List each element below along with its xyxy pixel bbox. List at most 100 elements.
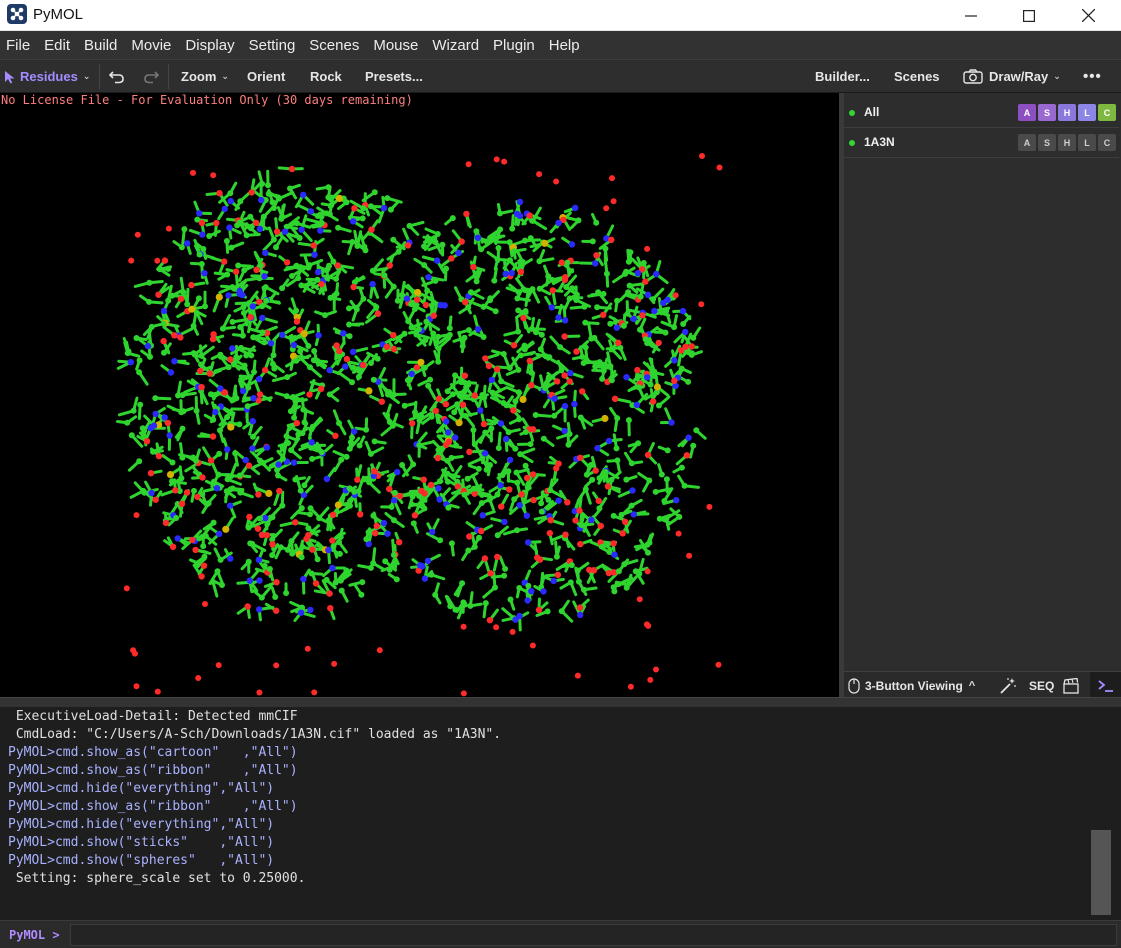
action-button-a[interactable]: A xyxy=(1018,134,1036,151)
selection-mode-dropdown[interactable]: Residues ⌄ xyxy=(4,60,90,93)
terminal-icon xyxy=(1097,679,1113,692)
console-command-line: PyMOL>cmd.hide("everything","All") xyxy=(8,817,275,832)
toolbar-divider xyxy=(168,64,169,89)
console-command-line: PyMOL>cmd.show("sticks" ,"All") xyxy=(8,835,275,850)
enabled-indicator[interactable] xyxy=(849,110,855,116)
scenes-label: Scenes xyxy=(894,69,940,84)
sequence-button[interactable]: SEQ xyxy=(1029,672,1054,699)
chevron-down-icon: ⌄ xyxy=(82,71,91,81)
builder-button[interactable]: Builder... xyxy=(815,60,870,93)
builder-label: Builder... xyxy=(815,69,870,84)
object-action-buttons: A S H L C xyxy=(1018,104,1116,121)
camera-icon xyxy=(963,69,983,84)
menu-edit[interactable]: Edit xyxy=(44,37,70,54)
console-splitter[interactable] xyxy=(0,697,1121,707)
maximize-button[interactable] xyxy=(1000,0,1058,31)
menu-movie[interactable]: Movie xyxy=(131,37,171,54)
pymol-logo-icon xyxy=(7,4,27,24)
undo-icon xyxy=(109,70,124,83)
menu-build[interactable]: Build xyxy=(84,37,117,54)
mouse-mode-label: 3-Button Viewing xyxy=(865,678,963,693)
orient-button[interactable]: Orient xyxy=(247,60,285,93)
chevron-down-icon: ⌄ xyxy=(1053,71,1061,81)
label-button-l[interactable]: L xyxy=(1078,104,1096,121)
zoom-label: Zoom xyxy=(181,69,217,84)
object-row-all[interactable]: All A S H L C xyxy=(844,98,1119,128)
more-options-button[interactable]: ••• xyxy=(1083,60,1102,93)
maximize-icon xyxy=(1023,9,1035,22)
show-button-s[interactable]: S xyxy=(1038,134,1056,151)
menu-scenes[interactable]: Scenes xyxy=(309,37,359,54)
object-name: 1A3N xyxy=(864,135,895,149)
menu-setting[interactable]: Setting xyxy=(249,37,296,54)
object-row-1a3n[interactable]: 1A3N A S H L C xyxy=(844,128,1119,158)
mouse-icon xyxy=(848,677,860,694)
wizard-button[interactable] xyxy=(999,672,1017,699)
orient-label: Orient xyxy=(247,69,286,84)
console-command-line: PyMOL>cmd.show_as("ribbon" ,"All") xyxy=(8,763,298,778)
menu-bar: File Edit Build Movie Display Setting Sc… xyxy=(0,31,1121,59)
redo-icon xyxy=(144,70,159,83)
scenes-button[interactable]: Scenes xyxy=(894,60,940,93)
object-name: All xyxy=(864,105,880,119)
magic-wand-icon xyxy=(1000,677,1016,694)
license-notice: No License File - For Evaluation Only (3… xyxy=(1,93,413,107)
movie-clapper-icon xyxy=(1063,677,1079,694)
console-line: Setting: sphere_scale set to 0.25000. xyxy=(8,871,306,886)
console-command-line: PyMOL>cmd.show_as("cartoon" ,"All") xyxy=(8,745,298,760)
hide-button-h[interactable]: H xyxy=(1058,134,1076,151)
draw-ray-label: Draw/Ray xyxy=(989,69,1049,84)
color-button-c[interactable]: C xyxy=(1098,134,1116,151)
show-button-s[interactable]: S xyxy=(1038,104,1056,121)
panel-bottom-bar: 3-Button Viewing ^ SEQ xyxy=(844,671,1121,699)
action-button-a[interactable]: A xyxy=(1018,104,1036,121)
menu-plugin[interactable]: Plugin xyxy=(493,37,535,54)
minimize-button[interactable] xyxy=(942,0,1000,31)
chevron-down-icon: ⌄ xyxy=(221,71,229,81)
minimize-icon xyxy=(965,14,977,17)
sequence-label: SEQ xyxy=(1029,678,1055,693)
console-command-line: PyMOL>cmd.hide("everything","All") xyxy=(8,781,275,796)
enabled-indicator[interactable] xyxy=(849,140,855,146)
object-panel: All A S H L C 1A3N A S H L C xyxy=(844,93,1121,671)
command-input[interactable] xyxy=(70,924,1117,946)
presets-label: Presets... xyxy=(365,69,423,84)
draw-ray-button[interactable]: Draw/Ray ⌄ xyxy=(963,60,1061,93)
chevron-up-icon: ^ xyxy=(968,679,976,692)
molecule-viewport[interactable]: No License File - For Evaluation Only (3… xyxy=(0,93,839,697)
cursor-arrow-icon xyxy=(5,70,15,83)
menu-file[interactable]: File xyxy=(6,37,30,54)
pymol-window: PyMOL File Edit Build Movie Display Sett… xyxy=(0,0,1121,948)
hide-button-h[interactable]: H xyxy=(1058,104,1076,121)
console-scrollbar[interactable] xyxy=(1091,830,1111,915)
command-bar: PyMOL > xyxy=(0,920,1121,948)
console-output: ExecutiveLoad-Detail: Detected mmCIF Cmd… xyxy=(0,707,1121,920)
console-toggle-button[interactable] xyxy=(1090,672,1121,699)
selection-mode-label: Residues xyxy=(20,69,78,84)
toolbar-divider xyxy=(99,64,100,89)
molecule-render xyxy=(115,153,723,697)
menu-help[interactable]: Help xyxy=(549,37,580,54)
zoom-dropdown[interactable]: Zoom ⌄ xyxy=(181,60,229,93)
undo-button[interactable] xyxy=(109,60,125,93)
object-action-buttons: A S H L C xyxy=(1018,134,1116,151)
console-line: ExecutiveLoad-Detail: Detected mmCIF xyxy=(8,709,298,724)
color-button-c[interactable]: C xyxy=(1098,104,1116,121)
console-line: CmdLoad: "C:/Users/A-Sch/Downloads/1A3N.… xyxy=(8,727,502,742)
more-options-icon: ••• xyxy=(1083,68,1102,85)
presets-button[interactable]: Presets... xyxy=(365,60,423,93)
movie-button[interactable] xyxy=(1062,672,1080,699)
menu-mouse[interactable]: Mouse xyxy=(373,37,418,54)
close-button[interactable] xyxy=(1059,0,1117,31)
title-bar: PyMOL xyxy=(0,0,1121,31)
rock-button[interactable]: Rock xyxy=(310,60,342,93)
console-command-line: PyMOL>cmd.show_as("ribbon" ,"All") xyxy=(8,799,298,814)
toolbar: Residues ⌄ Zoom ⌄ Orient Rock Presets...… xyxy=(0,59,1121,93)
mouse-mode-dropdown[interactable]: 3-Button Viewing ^ xyxy=(848,672,975,699)
redo-button[interactable] xyxy=(143,60,159,93)
menu-display[interactable]: Display xyxy=(185,37,234,54)
console-command-line: PyMOL>cmd.show("spheres" ,"All") xyxy=(8,853,275,868)
rock-label: Rock xyxy=(310,69,342,84)
menu-wizard[interactable]: Wizard xyxy=(432,37,479,54)
label-button-l[interactable]: L xyxy=(1078,134,1096,151)
